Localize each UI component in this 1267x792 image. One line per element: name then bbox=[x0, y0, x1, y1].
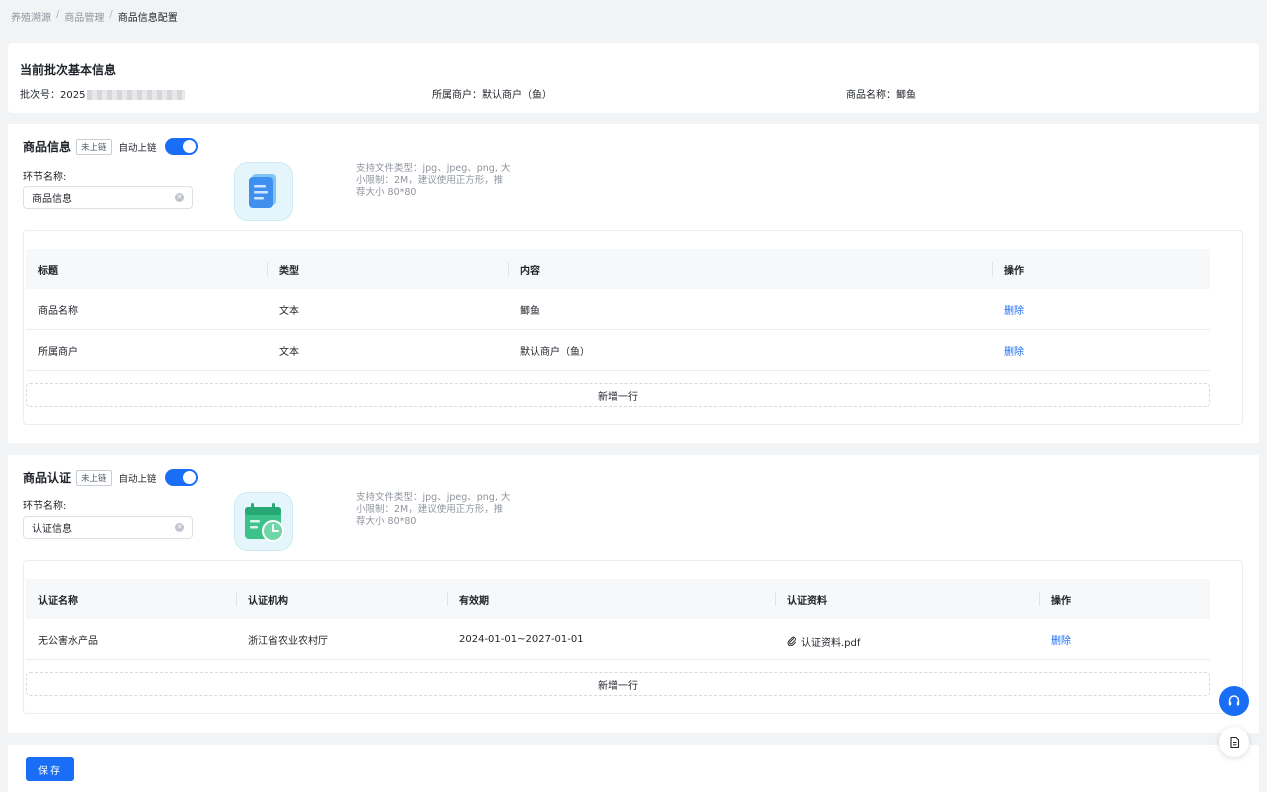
document-icon bbox=[1229, 736, 1239, 748]
breadcrumb: 养殖溯源 / 商品管理 / 商品信息配置 bbox=[11, 9, 178, 24]
merchant-value: 默认商户（鱼） bbox=[482, 90, 552, 101]
breadcrumb-item-traceability[interactable]: 养殖溯源 bbox=[11, 9, 51, 24]
row-type: 文本 bbox=[279, 305, 299, 317]
column-cert-file: 认证资料 bbox=[775, 579, 1039, 619]
paperclip-icon bbox=[787, 636, 796, 646]
auto-chain-toggle[interactable] bbox=[164, 469, 198, 486]
calendar-clock-icon bbox=[245, 503, 284, 542]
product-info-table: 标题 类型 内容 操作 商品名称 文本 鲫鱼 删除 所属商户 文本 默认商户（鱼… bbox=[26, 249, 1210, 371]
stage-name-label: 环节名称: bbox=[23, 172, 67, 183]
delete-link[interactable]: 删除 bbox=[1004, 343, 1024, 358]
certification-table: 认证名称 认证机构 有效期 认证资料 操作 无公害水产品 浙江省农业农村厅 20… bbox=[26, 579, 1210, 660]
section-header: 商品信息 未上链 自动上链 bbox=[23, 138, 198, 155]
product-name-info: 商品名称：鲫鱼 bbox=[846, 86, 916, 101]
cert-file-name: 认证资料.pdf bbox=[801, 637, 861, 649]
row-cert-org: 浙江省农业农村厅 bbox=[248, 635, 328, 647]
product-name-value: 鲫鱼 bbox=[896, 90, 916, 101]
stage-name-input[interactable]: 商品信息 ✕ bbox=[23, 186, 193, 209]
customer-support-button[interactable] bbox=[1219, 686, 1249, 716]
column-action: 操作 bbox=[1039, 579, 1210, 619]
stage-name-label: 环节名称: bbox=[23, 501, 67, 512]
merchant-label: 所属商户： bbox=[432, 90, 482, 101]
section-header: 商品认证 未上链 自动上链 bbox=[23, 469, 198, 486]
section-title: 商品认证 bbox=[23, 471, 72, 485]
column-content: 内容 bbox=[508, 249, 992, 289]
toggle-knob bbox=[182, 471, 196, 484]
save-button[interactable]: 保存 bbox=[26, 757, 74, 781]
row-action: 删除 bbox=[992, 289, 1210, 329]
footer-bar: 保存 bbox=[8, 745, 1259, 792]
clear-icon[interactable]: ✕ bbox=[175, 523, 184, 532]
breadcrumb-separator: / bbox=[109, 9, 113, 20]
chain-status-badge: 未上链 bbox=[76, 469, 112, 486]
auto-chain-label: 自动上链 bbox=[118, 142, 157, 154]
column-type: 类型 bbox=[267, 249, 508, 289]
section-title: 商品信息 bbox=[23, 140, 72, 154]
breadcrumb-item-product-management[interactable]: 商品管理 bbox=[64, 9, 104, 24]
table-header: 标题 类型 内容 操作 bbox=[26, 249, 1210, 289]
chain-status-badge: 未上链 bbox=[76, 138, 112, 155]
batch-info-title: 当前批次基本信息 bbox=[20, 63, 117, 77]
stage-icon-upload[interactable] bbox=[234, 492, 293, 551]
row-action: 删除 bbox=[992, 330, 1210, 370]
batch-number-value: 2025 bbox=[60, 90, 86, 101]
row-content: 默认商户（鱼） bbox=[520, 346, 590, 358]
product-name-label: 商品名称： bbox=[846, 90, 896, 101]
table-header: 认证名称 认证机构 有效期 认证资料 操作 bbox=[26, 579, 1210, 619]
headset-icon bbox=[1228, 695, 1240, 706]
certification-section: 商品认证 未上链 自动上链 环节名称: 认证信息 ✕ 支持文件类型：jpg、jp… bbox=[8, 455, 1259, 733]
row-type: 文本 bbox=[279, 346, 299, 358]
upload-hint: 支持文件类型：jpg、jpeg、png, 大小限制：2M，建议使用正方形，推荐大… bbox=[356, 163, 511, 198]
column-action: 操作 bbox=[992, 249, 1210, 289]
auto-chain-label: 自动上链 bbox=[118, 473, 157, 485]
row-cert-name: 无公害水产品 bbox=[38, 635, 98, 647]
delete-link[interactable]: 删除 bbox=[1004, 302, 1024, 317]
column-cert-name: 认证名称 bbox=[38, 595, 78, 607]
row-action: 删除 bbox=[1039, 619, 1210, 659]
clear-icon[interactable]: ✕ bbox=[175, 193, 184, 202]
stage-name-value: 商品信息 bbox=[32, 194, 72, 205]
row-validity: 2024-01-01~2027-01-01 bbox=[459, 633, 584, 645]
breadcrumb-item-current: 商品信息配置 bbox=[117, 13, 178, 24]
stage-name-input[interactable]: 认证信息 ✕ bbox=[23, 516, 193, 539]
product-info-section: 商品信息 未上链 自动上链 环节名称: 商品信息 ✕ 支持文件类型：jpg、jp… bbox=[8, 124, 1259, 443]
column-validity: 有效期 bbox=[447, 579, 775, 619]
add-row-button[interactable]: 新增一行 bbox=[26, 672, 1210, 696]
redacted-block bbox=[87, 90, 186, 100]
table-row: 无公害水产品 浙江省农业农村厅 2024-01-01~2027-01-01 认证… bbox=[26, 619, 1210, 660]
batch-info-card: 当前批次基本信息 批次号：2025 所属商户：默认商户（鱼） 商品名称：鲫鱼 bbox=[8, 43, 1259, 113]
stage-icon-upload[interactable] bbox=[234, 162, 293, 221]
row-cert-file[interactable]: 认证资料.pdf bbox=[775, 619, 1039, 659]
merchant-info: 所属商户：默认商户（鱼） bbox=[432, 86, 552, 101]
add-row-button[interactable]: 新增一行 bbox=[26, 383, 1210, 407]
stage-name-value: 认证信息 bbox=[32, 524, 72, 535]
batch-number-label: 批次号： bbox=[20, 90, 60, 101]
document-icon bbox=[249, 174, 276, 208]
table-row: 所属商户 文本 默认商户（鱼） 删除 bbox=[26, 330, 1210, 371]
toggle-knob bbox=[182, 140, 196, 153]
row-title: 所属商户 bbox=[38, 346, 78, 358]
table-row: 商品名称 文本 鲫鱼 删除 bbox=[26, 289, 1210, 330]
row-content: 鲫鱼 bbox=[520, 305, 540, 317]
auto-chain-toggle[interactable] bbox=[164, 138, 198, 155]
row-title: 商品名称 bbox=[38, 305, 78, 317]
delete-link[interactable]: 删除 bbox=[1051, 632, 1071, 647]
document-button[interactable] bbox=[1219, 727, 1249, 757]
batch-number: 批次号：2025 bbox=[20, 86, 186, 101]
column-cert-org: 认证机构 bbox=[236, 579, 447, 619]
upload-hint: 支持文件类型：jpg、jpeg、png, 大小限制：2M，建议使用正方形，推荐大… bbox=[356, 492, 511, 527]
breadcrumb-separator: / bbox=[56, 9, 60, 20]
column-title: 标题 bbox=[38, 265, 58, 277]
